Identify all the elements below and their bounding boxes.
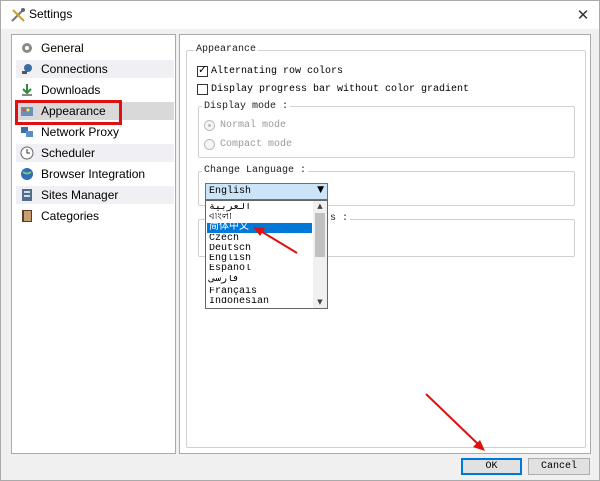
- language-option[interactable]: English: [207, 254, 312, 264]
- compact-mode-radio[interactable]: [204, 139, 215, 150]
- network-icon: [21, 127, 33, 137]
- change-language-title: Change Language :: [202, 165, 309, 176]
- sidebar-item-browser-integration[interactable]: Browser Integration: [16, 165, 174, 183]
- cancel-button[interactable]: Cancel: [528, 458, 590, 475]
- settings-window: Settings ✕ General Connections Downloads…: [0, 0, 600, 481]
- annotation-highlight-box: [15, 100, 122, 125]
- chevron-down-icon: ▼: [317, 185, 324, 195]
- tools-icon: [11, 8, 25, 22]
- sidebar-item-label: Browser Integration: [41, 167, 146, 181]
- hidden-group-title: s :: [328, 213, 351, 224]
- sidebar-item-general[interactable]: General: [16, 39, 174, 57]
- checkmark-icon: ✓: [198, 63, 208, 76]
- scroll-down-icon[interactable]: ▼: [313, 297, 327, 308]
- close-button[interactable]: ✕: [567, 1, 599, 29]
- clock-icon: [20, 146, 34, 160]
- language-select-value: English: [209, 186, 252, 197]
- sidebar-item-label: General: [41, 41, 84, 55]
- display-mode-group: [198, 106, 575, 158]
- sidebar-item-label: Sites Manager: [41, 188, 119, 202]
- sidebar-item-label: Categories: [41, 209, 100, 223]
- sidebar-item-scheduler[interactable]: Scheduler: [16, 144, 174, 162]
- sidebar-item-downloads[interactable]: Downloads: [16, 81, 174, 99]
- sidebar-item-sites-manager[interactable]: Sites Manager: [16, 186, 174, 204]
- book-icon: [22, 210, 32, 222]
- language-option[interactable]: فارسی: [207, 275, 312, 285]
- language-option[interactable]: Français: [207, 287, 312, 297]
- sidebar-item-network-proxy[interactable]: Network Proxy: [16, 123, 174, 141]
- alternating-rows-checkbox[interactable]: ✓: [197, 63, 208, 77]
- sidebar-item-label: Downloads: [41, 83, 101, 97]
- gear-icon: [22, 43, 32, 53]
- normal-mode-label: Normal mode: [220, 120, 287, 131]
- alternating-rows-label: Alternating row colors: [211, 66, 344, 77]
- sidebar-item-label: Network Proxy: [41, 125, 120, 139]
- language-select[interactable]: English ▼: [205, 183, 328, 200]
- sidebar-item-label: Connections: [41, 62, 108, 76]
- settings-category-list: General Connections Downloads Appearance…: [11, 34, 176, 454]
- normal-mode-radio[interactable]: [204, 120, 215, 131]
- sidebar-item-categories[interactable]: Categories: [16, 207, 174, 225]
- language-option[interactable]: العربية: [207, 203, 312, 213]
- ok-button[interactable]: OK: [461, 458, 522, 475]
- sidebar-item-label: Scheduler: [41, 146, 96, 160]
- language-option[interactable]: Español: [207, 264, 312, 274]
- language-dropdown-list: العربية বাংলা 简体中文 Czech Deutsch English…: [205, 200, 328, 309]
- dropdown-scrollbar[interactable]: ▲ ▼: [313, 201, 327, 308]
- progress-gradient-label: Display progress bar without color gradi…: [211, 84, 470, 95]
- scrollbar-thumb[interactable]: [315, 213, 325, 257]
- language-option-selected[interactable]: 简体中文: [207, 223, 312, 233]
- appearance-panel: Appearance ✓ Alternating row colors Disp…: [179, 34, 591, 454]
- server-icon: [22, 189, 32, 201]
- language-option[interactable]: Czech: [207, 234, 312, 244]
- window-title: Settings: [29, 7, 73, 21]
- scroll-up-icon[interactable]: ▲: [313, 201, 327, 212]
- display-mode-title: Display mode :: [202, 101, 291, 112]
- appearance-group-title: Appearance: [194, 44, 259, 55]
- compact-mode-label: Compact mode: [220, 139, 293, 150]
- language-option[interactable]: বাংলা: [207, 213, 312, 223]
- sidebar-item-connections[interactable]: Connections: [16, 60, 174, 78]
- title-bar: Settings ✕: [1, 1, 599, 29]
- download-arrow-icon: [22, 84, 32, 96]
- globe-icon: [21, 168, 33, 180]
- progress-gradient-checkbox[interactable]: [197, 84, 208, 95]
- language-option[interactable]: Deutsch: [207, 244, 312, 254]
- plug-icon: [22, 64, 32, 74]
- language-option[interactable]: Indonesian: [207, 297, 312, 307]
